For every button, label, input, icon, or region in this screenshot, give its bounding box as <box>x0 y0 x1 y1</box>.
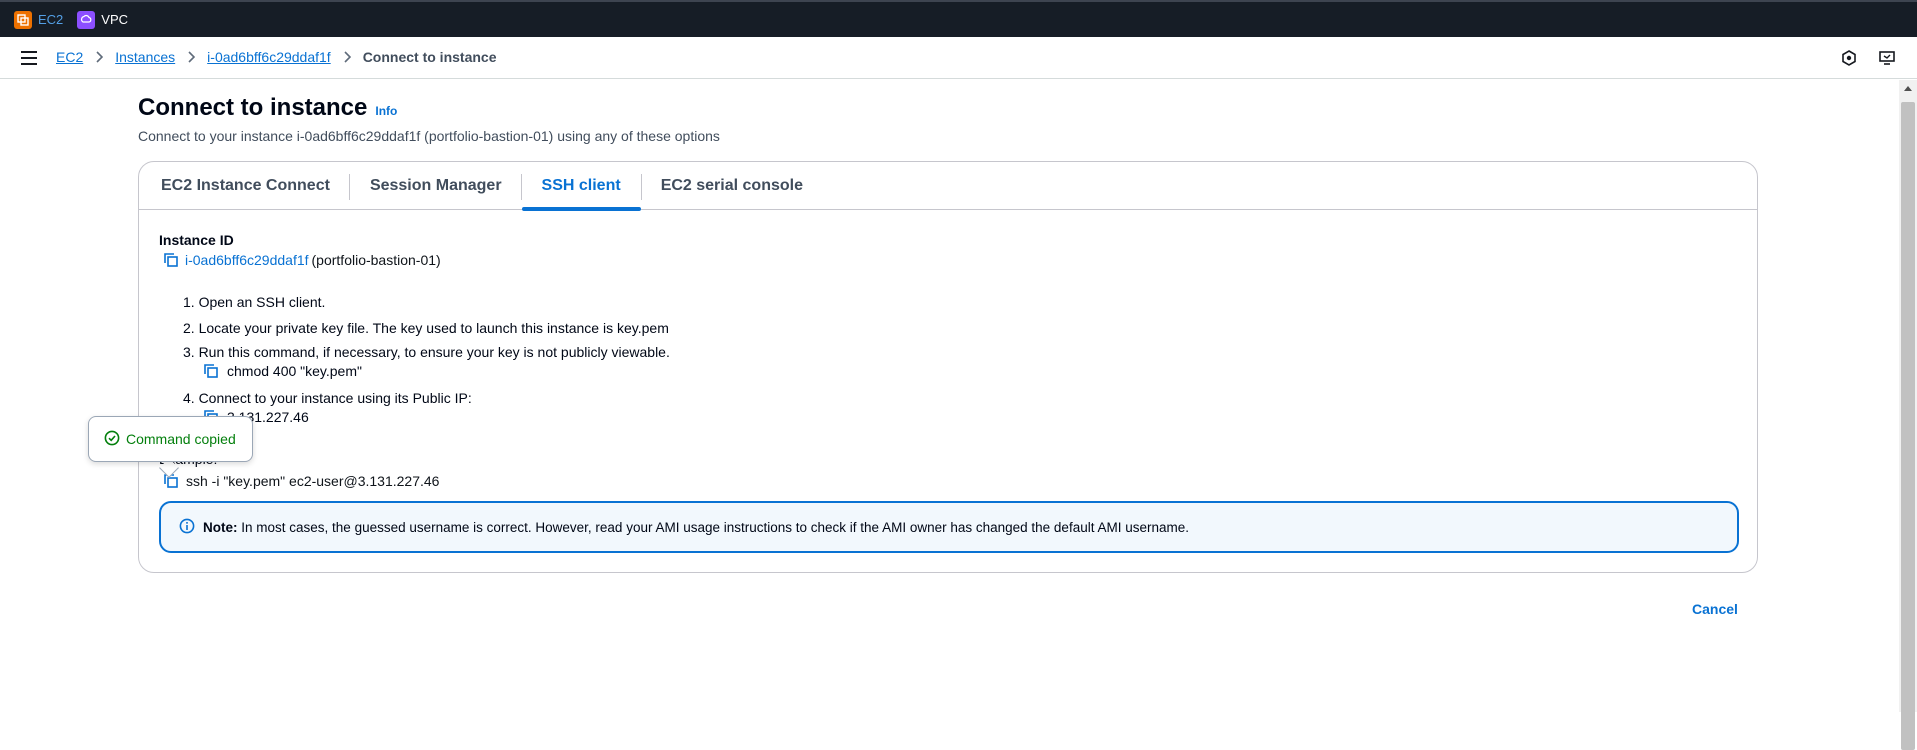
service-bar: EC2 VPC <box>0 0 1917 37</box>
breadcrumb-ec2[interactable]: EC2 <box>56 49 83 65</box>
tab-ec2-serial-console[interactable]: EC2 serial console <box>641 162 823 210</box>
tab-session-manager[interactable]: Session Manager <box>350 162 522 210</box>
ec2-icon <box>14 10 32 29</box>
breadcrumb-header: EC2 Instances i-0ad6bff6c29ddaf1f Connec… <box>0 37 1917 79</box>
copy-icon[interactable] <box>163 252 179 268</box>
service-ec2[interactable]: EC2 <box>14 10 64 29</box>
tab-label: EC2 Instance Connect <box>161 177 330 194</box>
step-3: 3. Run this command, if necessary, to en… <box>183 344 670 360</box>
tab-list: EC2 Instance Connect Session Manager SSH… <box>139 162 1757 211</box>
instance-name: (portfolio-bastion-01) <box>311 252 441 268</box>
step-4: 4. Connect to your instance using its Pu… <box>183 390 472 406</box>
info-link[interactable]: Info <box>375 104 397 118</box>
service-vpc-label: VPC <box>101 12 129 27</box>
step-1: 1. Open an SSH client. <box>183 294 326 310</box>
note-text: Note: In most cases, the guessed usernam… <box>203 520 1189 535</box>
popover-text: Command copied <box>126 431 236 447</box>
step-2: 2. Locate your private key file. The key… <box>183 320 669 336</box>
notifications-hexagon-icon[interactable] <box>1840 49 1858 67</box>
ssh-command-row: ssh -i "key.pem" ec2-user@3.131.227.46 <box>163 473 439 489</box>
page-subtitle: Connect to your instance i-0ad6bff6c29dd… <box>138 128 720 144</box>
public-ip-row: 3.131.227.46 <box>203 407 670 427</box>
tab-label: SSH client <box>541 177 621 194</box>
chevron-right-icon <box>343 51 351 63</box>
instance-id-link[interactable]: i-0ad6bff6c29ddaf1f <box>185 252 309 268</box>
breadcrumb-instance-id[interactable]: i-0ad6bff6c29ddaf1f <box>207 49 331 65</box>
page-title: Connect to instance Info <box>138 94 397 122</box>
note-bold: Note: <box>203 519 238 535</box>
ssh-steps: 1. Open an SSH client. 2. Locate your pr… <box>183 289 670 433</box>
instance-id-label: Instance ID <box>159 232 234 248</box>
tab-label: Session Manager <box>369 177 502 194</box>
scroll-up-arrow-icon[interactable] <box>1904 86 1912 91</box>
chevron-right-icon <box>95 51 104 63</box>
page-scrollbar[interactable] <box>1899 80 1917 750</box>
breadcrumb-instances[interactable]: Instances <box>115 49 175 65</box>
monitor-settings-icon[interactable] <box>1878 49 1896 67</box>
instance-id-row: i-0ad6bff6c29ddaf1f (portfolio-bastion-0… <box>163 252 441 268</box>
tab-label: EC2 serial console <box>660 177 803 194</box>
connect-options-container: EC2 Instance Connect Session Manager SSH… <box>138 161 1758 573</box>
cancel-button[interactable]: Cancel <box>1692 601 1738 617</box>
ssh-command: ssh -i "key.pem" ec2-user@3.131.227.46 <box>186 473 440 489</box>
service-vpc[interactable]: VPC <box>77 10 129 29</box>
chmod-command-row: chmod 400 "key.pem" <box>203 361 670 381</box>
info-alert: Note: In most cases, the guessed usernam… <box>159 501 1739 553</box>
copy-icon[interactable] <box>203 363 219 379</box>
command-copied-popover: Command copied <box>88 416 253 462</box>
breadcrumb: EC2 Instances i-0ad6bff6c29ddaf1f Connec… <box>56 49 496 65</box>
success-check-icon <box>104 430 120 449</box>
tab-ssh-client[interactable]: SSH client <box>521 162 642 211</box>
chevron-right-icon <box>187 51 196 63</box>
page-title-text: Connect to instance <box>138 94 368 121</box>
service-ec2-label: EC2 <box>38 12 64 27</box>
breadcrumb-current: Connect to instance <box>362 49 497 65</box>
scroll-thumb[interactable] <box>1901 102 1915 750</box>
menu-icon[interactable] <box>21 51 37 65</box>
vpc-icon <box>77 10 96 29</box>
chmod-command: chmod 400 "key.pem" <box>227 363 362 379</box>
note-body: In most cases, the guessed username is c… <box>241 519 1190 535</box>
info-icon <box>179 518 195 537</box>
tab-ec2-instance-connect[interactable]: EC2 Instance Connect <box>141 162 350 210</box>
